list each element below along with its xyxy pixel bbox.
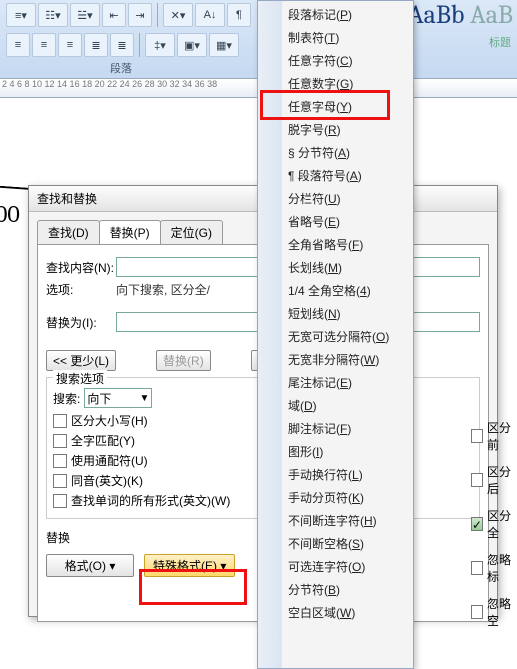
linespace2-button[interactable]: ‡▾ bbox=[145, 33, 175, 57]
align-left-button[interactable]: ≡ bbox=[6, 33, 30, 57]
menu-item-25[interactable]: 分节符(B) bbox=[258, 578, 413, 601]
menu-item-2[interactable]: 任意字符(C) bbox=[258, 49, 413, 72]
menu-item-13[interactable]: 短划线(N) bbox=[258, 302, 413, 325]
menu-item-11[interactable]: 长划线(M) bbox=[258, 256, 413, 279]
align-dist-button[interactable]: ≣ bbox=[110, 33, 134, 57]
menu-item-9[interactable]: 省略号(E) bbox=[258, 210, 413, 233]
menu-item-10[interactable]: 全角省略号(F) bbox=[258, 233, 413, 256]
direction-select[interactable]: 向下▼ bbox=[84, 388, 152, 408]
menu-item-1[interactable]: 制表符(T) bbox=[258, 26, 413, 49]
chk-ignore2[interactable]: 忽略空 bbox=[471, 595, 517, 629]
indent-inc-button[interactable]: ⇥ bbox=[128, 3, 152, 27]
menu-item-5[interactable]: 脱字号(R) bbox=[258, 118, 413, 141]
format-button[interactable]: 格式(O) ▾ bbox=[46, 554, 134, 577]
side-checks: 区分前 区分后 ✓区分全 忽略标 忽略空 bbox=[471, 416, 517, 632]
menu-item-4[interactable]: 任意字母(Y) bbox=[258, 95, 413, 118]
borders-button[interactable]: ▦▾ bbox=[209, 33, 239, 57]
tab-goto[interactable]: 定位(G) bbox=[160, 220, 223, 244]
chk-ignore1[interactable]: 忽略标 bbox=[471, 551, 517, 585]
chk-prefix[interactable]: 区分前 bbox=[471, 419, 517, 453]
special-format-button[interactable]: 特殊格式(E) ▾ bbox=[144, 554, 235, 577]
options-value: 向下搜索, 区分全/ bbox=[116, 281, 210, 298]
menu-item-18[interactable]: 脚注标记(F) bbox=[258, 417, 413, 440]
menu-item-6[interactable]: § 分节符(A) bbox=[258, 141, 413, 164]
replace-grp-label: 替换 bbox=[46, 531, 70, 545]
menu-item-12[interactable]: 1/4 全角空格(4) bbox=[258, 279, 413, 302]
menu-item-7[interactable]: ¶ 段落符号(A) bbox=[258, 164, 413, 187]
menu-item-23[interactable]: 不间断空格(S) bbox=[258, 532, 413, 555]
sort-button[interactable]: A↓ bbox=[195, 3, 225, 27]
align-center-button[interactable]: ≡ bbox=[32, 33, 56, 57]
menu-item-19[interactable]: 图形(I) bbox=[258, 440, 413, 463]
search-options-legend: 搜索选项 bbox=[53, 370, 107, 387]
chk-fullhalf[interactable]: ✓区分全 bbox=[471, 507, 517, 541]
options-label: 选项: bbox=[46, 281, 116, 298]
tab-replace[interactable]: 替换(P) bbox=[99, 220, 161, 244]
paragraph-group-label: 段落 bbox=[110, 60, 132, 76]
numbering-button[interactable]: ☷▾ bbox=[38, 3, 68, 27]
menu-item-14[interactable]: 无宽可选分隔符(O) bbox=[258, 325, 413, 348]
indent-dec-button[interactable]: ⇤ bbox=[102, 3, 126, 27]
multilevel-button[interactable]: ☱▾ bbox=[70, 3, 100, 27]
showmarks-button[interactable]: ¶ bbox=[227, 3, 251, 27]
less-button[interactable]: << 更少(L) bbox=[46, 350, 116, 371]
search-label: 搜索: bbox=[53, 390, 80, 407]
menu-item-24[interactable]: 可选连字符(O) bbox=[258, 555, 413, 578]
find-label: 查找内容(N): bbox=[46, 259, 116, 276]
align-justify-button[interactable]: ≣ bbox=[84, 33, 108, 57]
chk-suffix[interactable]: 区分后 bbox=[471, 463, 517, 497]
replace-button[interactable]: 替换(R) bbox=[156, 350, 211, 371]
linespacing-button[interactable]: ✕▾ bbox=[163, 3, 193, 27]
menu-item-22[interactable]: 不间断连字符(H) bbox=[258, 509, 413, 532]
doc-number: 00 bbox=[0, 200, 20, 228]
chevron-down-icon: ▼ bbox=[139, 393, 149, 404]
menu-item-17[interactable]: 域(D) bbox=[258, 394, 413, 417]
menu-item-20[interactable]: 手动换行符(L) bbox=[258, 463, 413, 486]
replace-label: 替换为(I): bbox=[46, 314, 116, 331]
menu-item-26[interactable]: 空白区域(W) bbox=[258, 601, 413, 624]
bullets-button[interactable]: ≡▾ bbox=[6, 3, 36, 27]
menu-item-21[interactable]: 手动分页符(K) bbox=[258, 486, 413, 509]
menu-item-8[interactable]: 分栏符(U) bbox=[258, 187, 413, 210]
special-format-menu: 段落标记(P)制表符(T)任意字符(C)任意数字(G)任意字母(Y)脱字号(R)… bbox=[257, 0, 414, 669]
shading-button[interactable]: ▣▾ bbox=[177, 33, 207, 57]
align-right-button[interactable]: ≡ bbox=[58, 33, 82, 57]
menu-item-3[interactable]: 任意数字(G) bbox=[258, 72, 413, 95]
menu-item-0[interactable]: 段落标记(P) bbox=[258, 3, 413, 26]
menu-item-15[interactable]: 无宽非分隔符(W) bbox=[258, 348, 413, 371]
style-label: 标题 bbox=[489, 34, 511, 50]
tab-find[interactable]: 查找(D) bbox=[37, 220, 100, 244]
styles-gallery[interactable]: AaBb AaB bbox=[408, 0, 513, 30]
menu-item-16[interactable]: 尾注标记(E) bbox=[258, 371, 413, 394]
